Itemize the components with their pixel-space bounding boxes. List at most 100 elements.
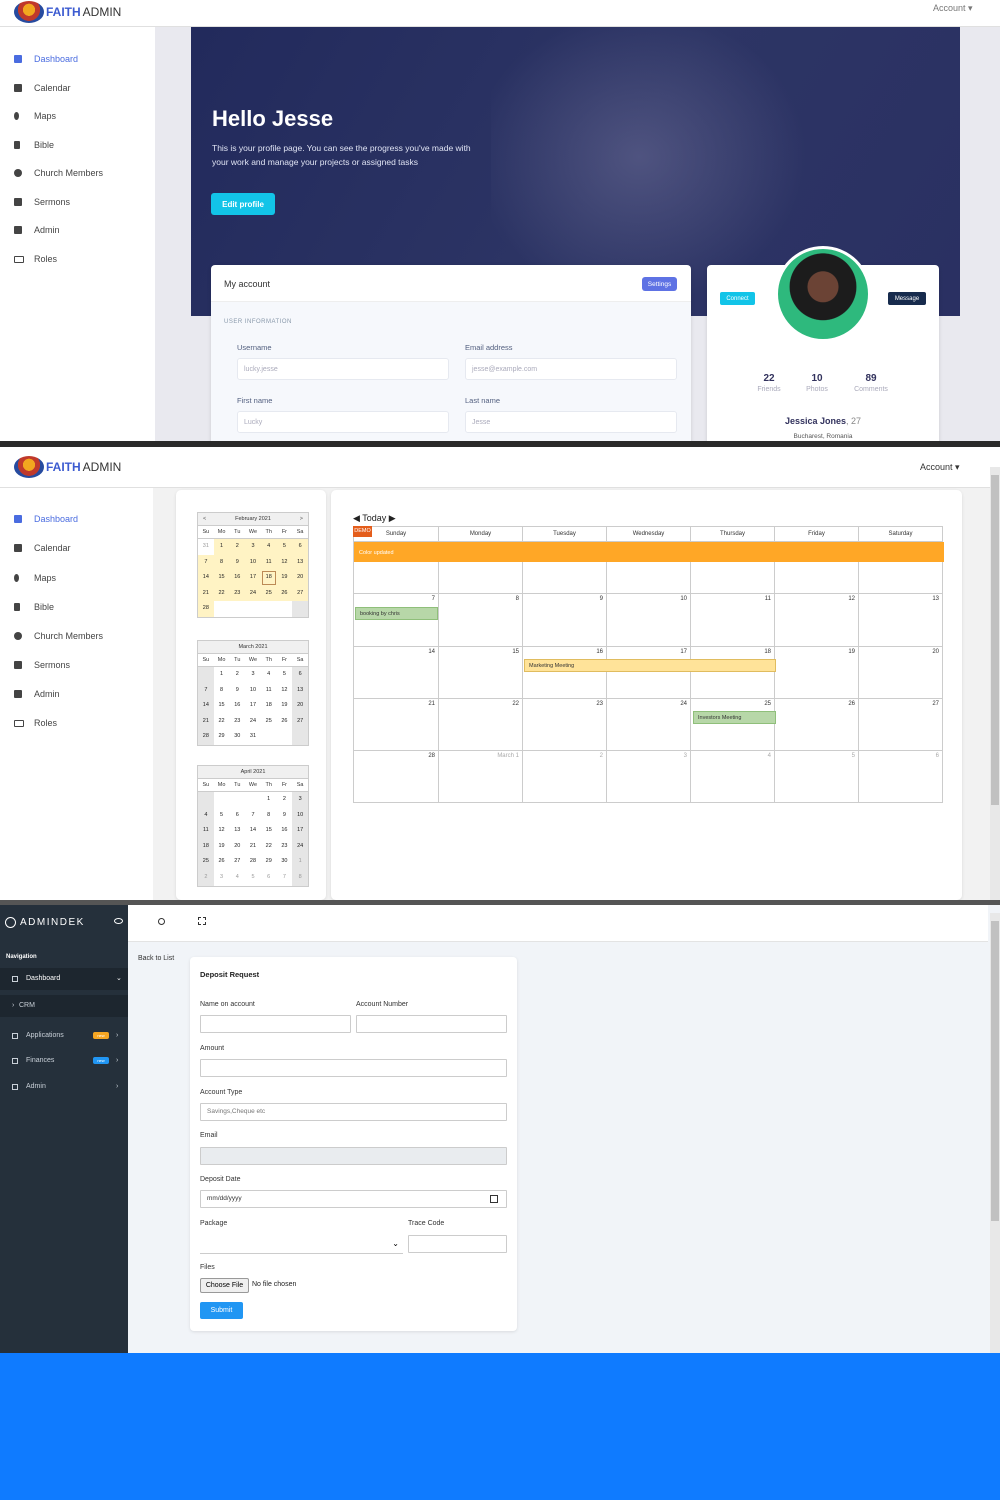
sidebar-item-sermons[interactable]: Sermons xyxy=(14,197,70,207)
sidebar-item-admin[interactable]: Admin xyxy=(14,689,60,699)
mini-day-cell[interactable]: 3 xyxy=(245,539,261,555)
mini-day-cell[interactable]: 16 xyxy=(277,823,293,839)
mini-day-cell[interactable]: 17 xyxy=(245,698,261,714)
mini-day-cell[interactable]: 16 xyxy=(229,570,246,586)
mini-day-cell[interactable]: 7 xyxy=(198,554,214,571)
mini-day-cell[interactable]: 6 xyxy=(292,539,308,555)
mini-day-cell[interactable]: 20 xyxy=(229,839,245,855)
mini-day-cell[interactable]: 12 xyxy=(276,554,293,571)
mini-day-cell[interactable]: 9 xyxy=(229,554,246,571)
calendar-day-cell[interactable]: 14 xyxy=(354,647,438,698)
mini-day-cell[interactable]: 17 xyxy=(245,570,261,586)
calendar-day-cell[interactable]: 28 xyxy=(354,751,438,802)
mini-day-cell[interactable]: 1 xyxy=(292,854,308,870)
mini-day-cell[interactable]: 11 xyxy=(260,554,277,571)
calendar-event[interactable]: booking by chris xyxy=(355,607,438,620)
message-button[interactable]: Message xyxy=(888,292,926,305)
calendar-day-cell[interactable]: 20 xyxy=(858,646,942,698)
mini-day-cell[interactable]: 5 xyxy=(276,539,293,555)
sidebar-item-church-members[interactable]: Church Members xyxy=(14,631,103,641)
sidebar-item-admin[interactable]: Admin › xyxy=(0,1076,128,1098)
mini-day-cell[interactable]: 22 xyxy=(214,714,230,730)
mini-day-cell[interactable]: 19 xyxy=(276,570,293,586)
back-to-list-link[interactable]: Back to List xyxy=(138,955,174,962)
calendar-day-cell[interactable]: 9 xyxy=(522,594,606,646)
package-select[interactable]: ⌄ xyxy=(200,1237,403,1254)
sidebar-item-roles[interactable]: Roles xyxy=(14,254,57,264)
mini-day-cell[interactable]: 2 xyxy=(198,869,214,886)
calendar-day-cell[interactable]: 27 xyxy=(858,698,942,751)
sidebar-item-maps[interactable]: Maps xyxy=(14,573,56,583)
brand-logo[interactable]: ADMINDEK xyxy=(5,917,85,928)
mini-day-cell[interactable]: 18 xyxy=(198,838,214,855)
calendar-day-cell[interactable]: 19 xyxy=(774,646,858,698)
calendar-day-cell[interactable]: 18 xyxy=(690,646,774,698)
brand-logo[interactable]: FAITH ADMIN xyxy=(14,1,121,23)
sidebar-item-dashboard[interactable]: Dashboard xyxy=(14,514,78,524)
scrollbar-thumb[interactable] xyxy=(991,475,999,805)
mini-day-cell[interactable]: 11 xyxy=(261,683,277,699)
sidebar-item-sermons[interactable]: Sermons xyxy=(14,660,70,670)
amount-input[interactable] xyxy=(200,1059,507,1077)
calendar-day-cell[interactable]: 21 xyxy=(354,699,438,750)
sidebar-item-calendar[interactable]: Calendar xyxy=(14,543,71,553)
choose-file-button[interactable]: Choose File xyxy=(200,1278,249,1293)
calendar-day-cell[interactable]: 26 xyxy=(774,698,858,751)
calendar-day-cell[interactable]: 5 xyxy=(774,751,858,803)
mini-day-cell[interactable]: 6 xyxy=(292,667,308,683)
account-menu[interactable]: Account ▾ xyxy=(933,3,973,14)
last-name-input[interactable]: Jesse xyxy=(465,411,677,433)
mini-day-cell[interactable]: 7 xyxy=(277,870,293,886)
username-input[interactable]: lucky.jesse xyxy=(237,358,449,380)
calendar-day-cell[interactable]: March 1 xyxy=(438,751,522,803)
mini-day-cell[interactable]: 18 xyxy=(260,570,277,586)
calendar-day-cell[interactable]: 15 xyxy=(438,646,522,698)
calendar-day-cell[interactable]: 24 xyxy=(606,698,690,751)
mini-day-cell[interactable]: 1 xyxy=(214,667,230,683)
mini-day-cell[interactable]: 4 xyxy=(261,667,277,683)
mini-day-cell[interactable]: 8 xyxy=(213,554,230,571)
name-on-account-input[interactable] xyxy=(200,1015,351,1033)
mini-day-cell[interactable]: 19 xyxy=(214,839,230,855)
mini-day-cell[interactable]: 31 xyxy=(198,539,214,555)
mini-day-cell[interactable]: 30 xyxy=(229,729,245,745)
connect-button[interactable]: Connect xyxy=(720,292,755,305)
mini-day-cell[interactable]: 1 xyxy=(213,539,230,555)
mini-day-cell[interactable]: 28 xyxy=(245,854,261,870)
mini-day-cell[interactable]: 19 xyxy=(277,698,293,714)
email-input[interactable] xyxy=(200,1147,507,1165)
sidebar-item-crm[interactable]: › CRM xyxy=(0,995,128,1017)
mini-day-cell[interactable]: 15 xyxy=(213,570,230,586)
mini-day-cell[interactable]: 24 xyxy=(245,585,261,602)
calendar-day-cell[interactable]: 17 xyxy=(606,646,690,698)
scrollbar-thumb[interactable] xyxy=(991,921,999,1221)
sidebar-item-dashboard[interactable]: Dashboard xyxy=(14,54,78,64)
sidebar-item-roles[interactable]: Roles xyxy=(14,718,57,728)
edit-profile-button[interactable]: Edit profile xyxy=(211,193,275,215)
mini-day-cell[interactable]: 7 xyxy=(245,808,261,824)
mini-day-cell[interactable]: 11 xyxy=(198,823,214,839)
mini-day-cell[interactable]: 29 xyxy=(214,729,230,745)
mini-day-cell[interactable]: 20 xyxy=(292,570,308,586)
calendar-event[interactable]: Investors Meeting xyxy=(693,711,776,724)
mini-day-cell[interactable]: 2 xyxy=(229,539,246,555)
mini-day-cell[interactable]: 4 xyxy=(198,807,214,824)
today-navigation[interactable]: ◀ Today ▶ xyxy=(353,513,396,524)
mini-day-cell[interactable]: 5 xyxy=(245,870,261,886)
toggle-menu-icon[interactable] xyxy=(114,918,123,924)
sidebar-item-church-members[interactable]: Church Members xyxy=(14,168,103,178)
mini-day-cell[interactable]: 22 xyxy=(261,839,277,855)
mini-day-cell[interactable]: 4 xyxy=(229,870,245,886)
sidebar-item-calendar[interactable]: Calendar xyxy=(14,83,71,93)
mini-day-cell[interactable]: 12 xyxy=(214,823,230,839)
mini-day-cell[interactable]: 21 xyxy=(245,839,261,855)
mini-day-cell[interactable]: 9 xyxy=(229,683,245,699)
calendar-day-cell[interactable]: 8 xyxy=(438,594,522,646)
sidebar-item-applications[interactable]: Applications new › xyxy=(0,1025,128,1047)
mini-day-cell[interactable]: 3 xyxy=(245,667,261,683)
mini-day-cell[interactable]: 25 xyxy=(260,585,277,602)
calendar-day-cell[interactable]: 22 xyxy=(438,698,522,751)
sidebar-item-dashboard[interactable]: Dashboard ⌄ xyxy=(0,968,128,990)
sidebar-item-bible[interactable]: Bible xyxy=(14,140,54,150)
mini-day-cell[interactable]: 15 xyxy=(261,823,277,839)
